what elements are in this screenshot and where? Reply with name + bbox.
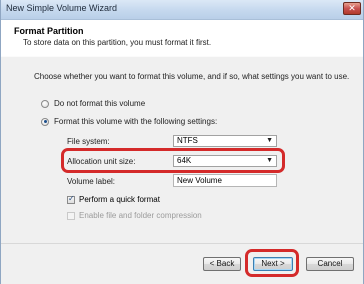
file-system-label: File system: — [67, 137, 110, 146]
close-button[interactable]: ✕ — [343, 2, 361, 15]
format-volume-radio[interactable] — [41, 117, 49, 126]
quick-format-option[interactable]: Perform a quick format — [67, 194, 160, 204]
cancel-button[interactable]: Cancel — [306, 257, 354, 271]
page-subtitle: To store data on this partition, you mus… — [23, 38, 212, 47]
page-title: Format Partition — [14, 26, 84, 36]
footer-divider — [1, 243, 363, 244]
do-not-format-option[interactable]: Do not format this volume — [41, 99, 145, 108]
do-not-format-radio[interactable] — [41, 99, 49, 108]
file-system-value: NTFS — [177, 136, 198, 145]
format-volume-label: Format this volume with the following se… — [54, 117, 218, 126]
volume-label-label: Volume label: — [67, 177, 116, 186]
allocation-unit-select[interactable]: 64K ▼ — [173, 155, 277, 167]
quick-format-label: Perform a quick format — [79, 195, 160, 204]
title-bar: New Simple Volume Wizard ✕ — [1, 0, 363, 20]
back-button[interactable]: < Back — [203, 257, 241, 271]
next-button[interactable]: Next > — [253, 257, 293, 271]
header-divider — [1, 56, 363, 57]
wizard-window: New Simple Volume Wizard ✕ Format Partit… — [0, 0, 364, 284]
chevron-down-icon: ▼ — [266, 157, 273, 164]
wizard-header: Format Partition To store data on this p… — [1, 20, 363, 57]
compression-checkbox — [67, 211, 75, 220]
do-not-format-label: Do not format this volume — [54, 99, 146, 108]
compression-option: Enable file and folder compression — [67, 211, 202, 220]
compression-label: Enable file and folder compression — [79, 211, 202, 220]
format-volume-option[interactable]: Format this volume with the following se… — [41, 117, 217, 126]
instructions-text: Choose whether you want to format this v… — [34, 72, 350, 81]
allocation-unit-value: 64K — [177, 156, 192, 165]
allocation-unit-label: Allocation unit size: — [67, 157, 136, 166]
file-system-select[interactable]: NTFS ▼ — [173, 135, 277, 147]
chevron-down-icon: ▼ — [266, 137, 273, 144]
window-title: New Simple Volume Wizard — [6, 3, 118, 13]
quick-format-checkbox[interactable] — [67, 194, 75, 204]
volume-label-input[interactable]: New Volume — [173, 174, 277, 187]
